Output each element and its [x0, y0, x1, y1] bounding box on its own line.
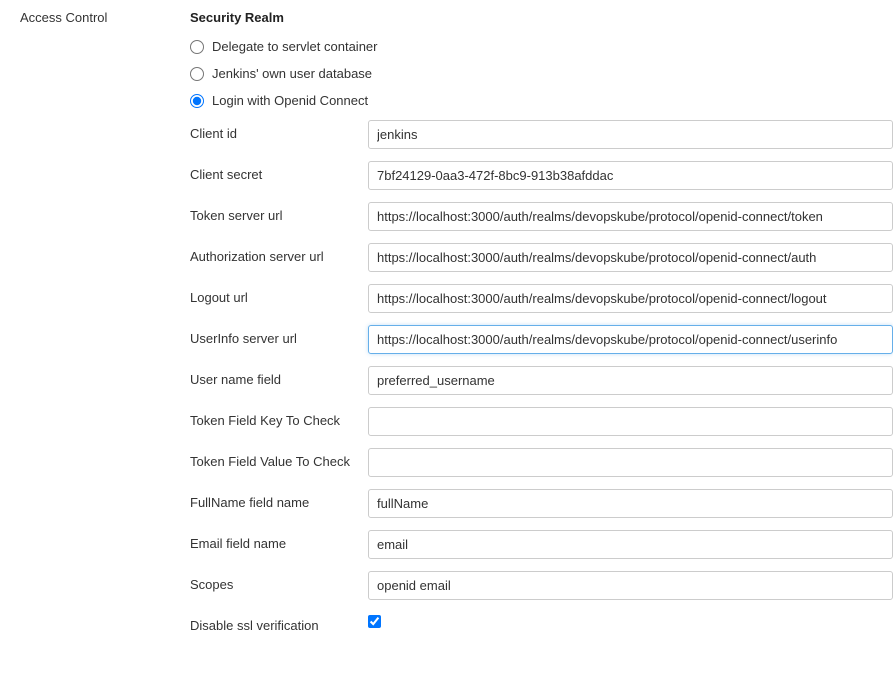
realm-radio-jenkins-db-label: Jenkins' own user database [212, 66, 372, 81]
realm-radio-openid[interactable] [190, 94, 204, 108]
realm-radio-jenkins-db[interactable] [190, 67, 204, 81]
realm-radio-openid-label: Login with Openid Connect [212, 93, 368, 108]
scopes-input[interactable] [368, 571, 893, 600]
auth-server-url-label: Authorization server url [190, 243, 368, 264]
realm-radio-servlet[interactable] [190, 40, 204, 54]
token-field-value-input[interactable] [368, 448, 893, 477]
client-id-input[interactable] [368, 120, 893, 149]
realm-radio-row-jenkins-db[interactable]: Jenkins' own user database [190, 66, 893, 81]
access-control-label: Access Control [0, 0, 190, 25]
token-field-key-input[interactable] [368, 407, 893, 436]
logout-url-label: Logout url [190, 284, 368, 305]
auth-server-url-input[interactable] [368, 243, 893, 272]
token-field-value-label: Token Field Value To Check [190, 448, 368, 469]
disable-ssl-label: Disable ssl verification [190, 612, 368, 633]
email-field-label: Email field name [190, 530, 368, 551]
disable-ssl-checkbox[interactable] [368, 615, 381, 628]
user-name-field-label: User name field [190, 366, 368, 387]
realm-radio-servlet-label: Delegate to servlet container [212, 39, 377, 54]
realm-radio-row-servlet[interactable]: Delegate to servlet container [190, 39, 893, 54]
userinfo-server-url-input[interactable] [368, 325, 893, 354]
logout-url-input[interactable] [368, 284, 893, 313]
fullname-field-label: FullName field name [190, 489, 368, 510]
client-secret-label: Client secret [190, 161, 368, 182]
email-field-input[interactable] [368, 530, 893, 559]
scopes-label: Scopes [190, 571, 368, 592]
token-field-key-label: Token Field Key To Check [190, 407, 368, 428]
userinfo-server-url-label: UserInfo server url [190, 325, 368, 346]
client-id-label: Client id [190, 120, 368, 141]
token-server-url-input[interactable] [368, 202, 893, 231]
user-name-field-input[interactable] [368, 366, 893, 395]
realm-radio-row-openid[interactable]: Login with Openid Connect [190, 93, 893, 108]
token-server-url-label: Token server url [190, 202, 368, 223]
client-secret-input[interactable] [368, 161, 893, 190]
fullname-field-input[interactable] [368, 489, 893, 518]
security-realm-heading: Security Realm [190, 10, 893, 25]
